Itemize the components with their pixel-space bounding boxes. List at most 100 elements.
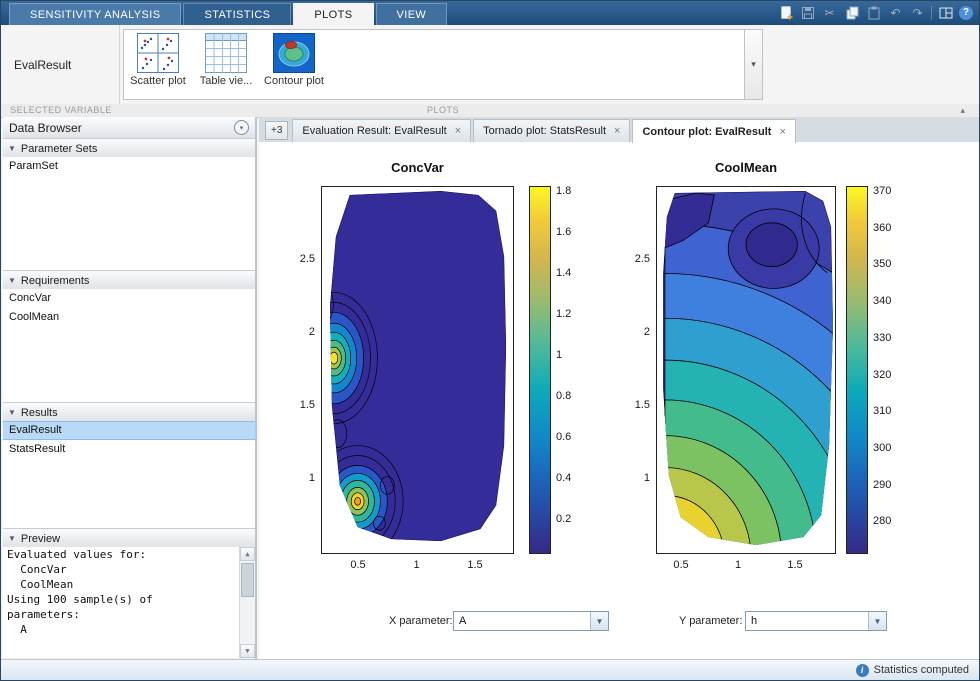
x-parameter-label: X parameter: <box>389 615 453 627</box>
tick-label: 2 <box>644 326 650 338</box>
list-item-statsresult[interactable]: StatsResult <box>3 440 255 459</box>
y-axis-ticks-coolmean: 2.521.51 <box>612 186 650 554</box>
list-item-paramset[interactable]: ParamSet <box>3 157 255 176</box>
gallery-item-contour-plot[interactable]: Contour plot <box>260 30 328 99</box>
plot-title-coolmean: CoolMean <box>656 160 836 175</box>
tick-label: 1 <box>735 559 741 571</box>
colorbar-ticks-concvar: 1.81.61.41.210.80.60.40.2 <box>556 186 590 554</box>
tick-label: 1.5 <box>300 399 315 411</box>
tick-label: 320 <box>873 369 891 381</box>
data-browser-title: Data Browser <box>9 121 82 135</box>
colorbar-ticks-coolmean: 370360350340330320310300290280 <box>873 186 907 554</box>
preview-line: CoolMean <box>3 577 255 592</box>
plot-title-concvar: ConcVar <box>321 160 514 175</box>
doctab-tornado-plot[interactable]: Tornado plot: StatsResult × <box>473 119 630 142</box>
tick-label: 1.4 <box>556 267 571 279</box>
data-browser-header: Data Browser ▾ <box>3 117 255 139</box>
chevron-down-icon[interactable]: ▼ <box>868 612 886 630</box>
y-axis-ticks-concvar: 2.521.51 <box>277 186 315 554</box>
scatter-plot-icon <box>137 33 179 73</box>
tick-label: 290 <box>873 479 891 491</box>
close-icon[interactable]: × <box>779 126 785 138</box>
tick-label: 0.4 <box>556 472 571 484</box>
tick-label: 1 <box>644 472 650 484</box>
doctab-label: Contour plot: EvalResult <box>642 126 771 138</box>
tab-view[interactable]: VIEW <box>376 3 448 25</box>
redo-icon[interactable]: ↷ <box>909 4 926 21</box>
contour-plot-coolmean <box>657 187 835 553</box>
layout-icon[interactable] <box>937 4 954 21</box>
new-script-icon[interactable] <box>777 4 794 21</box>
gallery-item-label: Table vie... <box>200 75 253 87</box>
data-browser-panel: Data Browser ▾ ▼ Parameter Sets ParamSet… <box>3 117 257 660</box>
tick-label: 340 <box>873 295 891 307</box>
tick-label: 280 <box>873 515 891 527</box>
data-browser-menu-icon[interactable]: ▾ <box>234 120 249 135</box>
tick-label: 1.5 <box>787 559 802 571</box>
colorbar-concvar <box>529 186 551 554</box>
tick-label: 350 <box>873 258 891 270</box>
tick-label: 300 <box>873 442 891 454</box>
tick-label: 0.8 <box>556 390 571 402</box>
section-title: Parameter Sets <box>21 143 97 155</box>
y-parameter-label: Y parameter: <box>679 615 742 627</box>
x-axis-ticks-coolmean: 0.5 1 1.5 <box>656 559 836 575</box>
quick-access-toolbar: ✂ ↶ ↷ ? <box>777 4 973 21</box>
tick-label: 1 <box>556 349 562 361</box>
tick-label: 1.5 <box>467 559 482 571</box>
chevron-down-icon: ▼ <box>8 276 16 285</box>
scroll-up-icon[interactable]: ▲ <box>240 547 255 561</box>
tab-sensitivity-analysis[interactable]: SENSITIVITY ANALYSIS <box>9 3 181 25</box>
paste-icon[interactable] <box>865 4 882 21</box>
tab-statistics[interactable]: STATISTICS <box>183 3 291 25</box>
section-header-requirements[interactable]: ▼ Requirements <box>3 270 255 291</box>
copy-icon[interactable] <box>843 4 860 21</box>
tick-label: 0.5 <box>673 559 688 571</box>
status-bar: i Statistics computed <box>1 659 979 680</box>
doctab-evaluation-result[interactable]: Evaluation Result: EvalResult × <box>292 119 471 142</box>
preview-scrollbar[interactable]: ▲ ▼ <box>239 547 255 658</box>
selected-variable-value: EvalResult <box>1 25 120 104</box>
cut-icon[interactable]: ✂ <box>821 4 838 21</box>
list-item-coolmean[interactable]: CoolMean <box>3 308 255 327</box>
gallery-dropdown-button[interactable]: ▾ <box>744 30 762 99</box>
scroll-down-icon[interactable]: ▼ <box>240 644 255 658</box>
tick-label: 2.5 <box>635 253 650 265</box>
chevron-down-icon[interactable]: ▼ <box>590 612 608 630</box>
tick-label: 1.8 <box>556 185 571 197</box>
section-header-results[interactable]: ▼ Results <box>3 402 255 423</box>
gallery-item-label: Scatter plot <box>130 75 186 87</box>
ribbon-collapse-icon[interactable]: ▴ <box>955 104 971 116</box>
gallery-item-table-view[interactable]: Table vie... <box>192 30 260 99</box>
list-item-concvar[interactable]: ConcVar <box>3 289 255 308</box>
hidden-tabs-badge[interactable]: +3 <box>265 121 288 140</box>
tick-label: 0.2 <box>556 513 571 525</box>
contour-plot-concvar <box>322 187 513 553</box>
x-parameter-dropdown[interactable]: A ▼ <box>453 611 609 631</box>
list-item-evalresult[interactable]: EvalResult <box>3 421 255 440</box>
tick-label: 330 <box>873 332 891 344</box>
ribbon-section-labels: SELECTED VARIABLE PLOTS ▴ <box>1 104 979 118</box>
section-header-preview[interactable]: ▼ Preview <box>3 528 255 549</box>
document-tabstrip: +3 Evaluation Result: EvalResult × Torna… <box>259 117 979 143</box>
tick-label: 360 <box>873 222 891 234</box>
section-header-parameter-sets[interactable]: ▼ Parameter Sets <box>3 138 255 159</box>
preview-line: parameters: <box>3 607 255 622</box>
help-icon[interactable]: ? <box>959 6 973 20</box>
tab-plots[interactable]: PLOTS <box>293 3 373 25</box>
y-parameter-dropdown[interactable]: h ▼ <box>745 611 887 631</box>
close-icon[interactable]: × <box>455 125 461 137</box>
doctab-contour-plot[interactable]: Contour plot: EvalResult × <box>632 119 795 143</box>
x-parameter-value: A <box>454 615 590 627</box>
scrollbar-thumb[interactable] <box>241 563 254 597</box>
undo-icon[interactable]: ↶ <box>887 4 904 21</box>
close-icon[interactable]: × <box>614 125 620 137</box>
chevron-down-icon: ▼ <box>8 534 16 543</box>
tick-label: 1 <box>309 472 315 484</box>
x-axis-ticks-concvar: 0.511.5 <box>321 559 514 575</box>
tick-label: 2.5 <box>300 253 315 265</box>
app-window: SENSITIVITY ANALYSIS STATISTICS PLOTS VI… <box>0 0 980 681</box>
preview-line: A <box>3 622 255 637</box>
gallery-item-scatter-plot[interactable]: Scatter plot <box>124 30 192 99</box>
save-icon[interactable] <box>799 4 816 21</box>
